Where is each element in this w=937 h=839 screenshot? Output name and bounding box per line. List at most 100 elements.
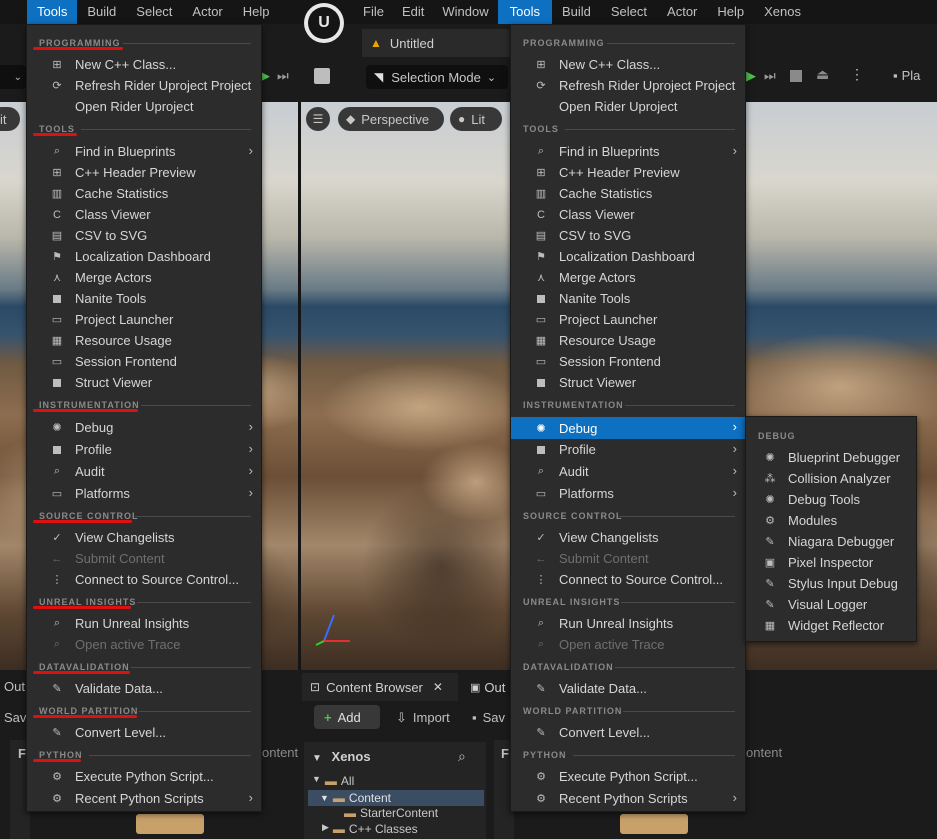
left-output-tab[interactable]: Out [4, 679, 25, 694]
menu-item-new-cpp-class[interactable]: ⊞ New C++ Class... [27, 54, 261, 75]
menu-item-audit[interactable]: ⌕ Audit › [511, 461, 745, 482]
menu-item-localization-dashboard[interactable]: ⚑ Localization Dashboard [27, 246, 261, 267]
search-icon[interactable]: ⌕ [458, 748, 466, 765]
sources-root[interactable]: ▼ Xenos [312, 749, 371, 764]
menu-tools-right[interactable]: Tools [497, 0, 552, 24]
project-tab[interactable]: ▲ Untitled [362, 29, 510, 57]
menu-item-find-in-blueprints[interactable]: ⌕ Find in Blueprints › [511, 141, 745, 162]
menu-item-refresh-rider[interactable]: ⟳ Refresh Rider Uproject Project [511, 75, 745, 96]
menu-item-platforms[interactable]: ▭ Platforms › [511, 483, 745, 504]
debug-item-niagara-debugger[interactable]: ✎ Niagara Debugger [746, 531, 916, 552]
stop-icon[interactable] [790, 70, 802, 82]
menu-item-class-viewer[interactable]: C Class Viewer [511, 204, 745, 225]
skip-icon[interactable]: ⏭ [277, 68, 289, 84]
debug-item-modules[interactable]: ⚙ Modules [746, 510, 916, 531]
menu-build[interactable]: Build [77, 0, 126, 24]
menu-item-convert-level[interactable]: ✎ Convert Level... [27, 722, 261, 743]
menu-item-struct-viewer[interactable]: Struct Viewer [511, 372, 745, 393]
add-button[interactable]: + Add [314, 705, 380, 729]
left-folder-thumb[interactable] [136, 814, 204, 834]
menu-file[interactable]: File [354, 0, 393, 24]
menu-edit[interactable]: Edit [393, 0, 433, 24]
menu-item-recent-python[interactable]: ⚙ Recent Python Scripts › [511, 788, 745, 809]
menu-window[interactable]: Window [433, 0, 497, 24]
menu-tools[interactable]: Tools [27, 0, 78, 24]
menu-item-open-rider[interactable]: Open Rider Uproject [511, 96, 745, 117]
left-dropdown[interactable]: ⌄ [0, 65, 26, 89]
debug-item-widget-reflector[interactable]: ▦ Widget Reflector [746, 615, 916, 636]
center-viewport[interactable] [301, 102, 510, 670]
menu-item-debug[interactable]: ✺ Debug › [511, 417, 745, 439]
menu-item-project-launcher[interactable]: ▭ Project Launcher [511, 309, 745, 330]
menu-item-execute-python[interactable]: ⚙ Execute Python Script... [27, 766, 261, 787]
menu-actor-right[interactable]: Actor [657, 0, 707, 24]
lit-button[interactable]: ● Lit [450, 107, 502, 131]
right-folder-thumb[interactable] [620, 814, 688, 834]
menu-item-debug[interactable]: ✺ Debug › [27, 417, 261, 438]
menu-item-find-in-blueprints[interactable]: ⌕ Find in Blueprints › [27, 141, 261, 162]
play-icon-right[interactable]: ▶ [746, 68, 756, 84]
menu-item-resource-usage[interactable]: ▦ Resource Usage [511, 330, 745, 351]
viewport-options-button[interactable]: ☰ [306, 107, 330, 131]
menu-item-csv-to-svg[interactable]: ▤ CSV to SVG [511, 225, 745, 246]
tree-cpp-classes[interactable]: ▶ ▬ C++ Classes [322, 822, 418, 836]
menu-item-session-frontend[interactable]: ▭ Session Frontend [511, 351, 745, 372]
menu-item-merge-actors[interactable]: ⋏ Merge Actors [27, 267, 261, 288]
menu-item-open-rider[interactable]: Open Rider Uproject [27, 96, 261, 117]
skip-icon-right[interactable]: ⏭ [764, 68, 776, 84]
menu-item-cpp-header-preview[interactable]: ⊞ C++ Header Preview [27, 162, 261, 183]
menu-item-run-unreal-insights[interactable]: ⌕ Run Unreal Insights [511, 613, 745, 634]
menu-xenos[interactable]: Xenos [754, 0, 811, 24]
menu-item-recent-python[interactable]: ⚙ Recent Python Scripts › [27, 788, 261, 809]
menu-item-merge-actors[interactable]: ⋏ Merge Actors [511, 267, 745, 288]
menu-item-localization-dashboard[interactable]: ⚑ Localization Dashboard [511, 246, 745, 267]
platforms-toolbar-button[interactable]: ▪ Pla [893, 68, 920, 83]
menu-help[interactable]: Help [233, 0, 280, 24]
menu-item-run-unreal-insights[interactable]: ⌕ Run Unreal Insights [27, 613, 261, 634]
menu-item-nanite-tools[interactable]: Nanite Tools [511, 288, 745, 309]
menu-item-validate-data[interactable]: ✎ Validate Data... [27, 678, 261, 699]
menu-item-validate-data[interactable]: ✎ Validate Data... [511, 678, 745, 699]
menu-item-convert-level[interactable]: ✎ Convert Level... [511, 722, 745, 743]
tree-starter-content[interactable]: ▬ StarterContent [344, 806, 438, 820]
debug-item-visual-logger[interactable]: ✎ Visual Logger [746, 594, 916, 615]
debug-item-stylus-input-debug[interactable]: ✎ Stylus Input Debug [746, 573, 916, 594]
debug-item-debug-tools[interactable]: ✺ Debug Tools [746, 489, 916, 510]
menu-item-connect-source-control[interactable]: ⋮ Connect to Source Control... [511, 569, 745, 590]
debug-item-collision-analyzer[interactable]: ⁂ Collision Analyzer [746, 468, 916, 489]
unreal-logo[interactable]: U [304, 3, 344, 43]
content-browser-tab[interactable]: ⊡ Content Browser ✕ [302, 673, 458, 701]
debug-item-pixel-inspector[interactable]: ▣ Pixel Inspector [746, 552, 916, 573]
menu-item-profile[interactable]: Profile › [27, 439, 261, 460]
menu-item-resource-usage[interactable]: ▦ Resource Usage [27, 330, 261, 351]
menu-item-class-viewer[interactable]: C Class Viewer [27, 204, 261, 225]
menu-actor[interactable]: Actor [182, 0, 232, 24]
menu-item-connect-source-control[interactable]: ⋮ Connect to Source Control... [27, 569, 261, 590]
menu-item-project-launcher[interactable]: ▭ Project Launcher [27, 309, 261, 330]
menu-item-session-frontend[interactable]: ▭ Session Frontend [27, 351, 261, 372]
output-tab[interactable]: ▣ Out [466, 673, 510, 701]
import-button[interactable]: ⇩ Import [396, 710, 450, 726]
save-icon[interactable] [314, 68, 330, 84]
menu-item-platforms[interactable]: ▭ Platforms › [27, 483, 261, 504]
left-save-label[interactable]: Sav [4, 710, 26, 725]
menu-item-cache-statistics[interactable]: ▥ Cache Statistics [511, 183, 745, 204]
menu-item-view-changelists[interactable]: ✓ View Changelists [27, 527, 261, 548]
tree-content[interactable]: ▼ ▬ Content [308, 790, 484, 806]
menu-select[interactable]: Select [126, 0, 182, 24]
menu-item-refresh-rider[interactable]: ⟳ Refresh Rider Uproject Project [27, 75, 261, 96]
menu-select-right[interactable]: Select [601, 0, 657, 24]
menu-build-right[interactable]: Build [552, 0, 601, 24]
more-options-icon[interactable]: ⋮ [850, 66, 864, 83]
menu-item-struct-viewer[interactable]: Struct Viewer [27, 372, 261, 393]
menu-item-profile[interactable]: Profile › [511, 439, 745, 460]
close-icon[interactable]: ✕ [433, 680, 443, 694]
selection-mode-button[interactable]: ◥ Selection Mode ⌄ [366, 65, 508, 89]
menu-help-right[interactable]: Help [707, 0, 754, 24]
menu-item-execute-python[interactable]: ⚙ Execute Python Script... [511, 766, 745, 787]
tree-all[interactable]: ▼ ▬ All [312, 774, 354, 788]
menu-item-audit[interactable]: ⌕ Audit › [27, 461, 261, 482]
debug-item-blueprint-debugger[interactable]: ✺ Blueprint Debugger [746, 447, 916, 468]
menu-item-nanite-tools[interactable]: Nanite Tools [27, 288, 261, 309]
menu-item-cpp-header-preview[interactable]: ⊞ C++ Header Preview [511, 162, 745, 183]
